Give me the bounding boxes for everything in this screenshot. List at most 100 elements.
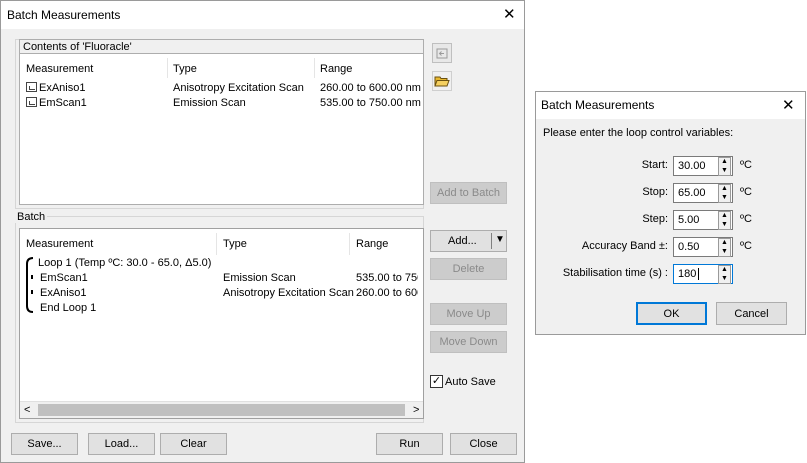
loop-control-dialog: Batch Measurements ✕ Please enter the lo… [535,91,806,335]
spin-down-icon[interactable]: ▼ [719,221,730,229]
measurement-cell: ExAniso1 [40,287,87,299]
list-item[interactable]: EmScan1 Emission Scan 535.00 to 750.00 n… [26,96,421,111]
spin-buttons[interactable]: ▲ ▼ [718,157,731,176]
range-cell: 535.00 to 750.0 [356,272,418,284]
batch-group-label: Batch [15,211,48,223]
scroll-thumb[interactable] [38,404,405,416]
file-icon [26,97,37,108]
spin-up-icon[interactable]: ▲ [719,239,730,247]
spin-buttons[interactable]: ▲ ▼ [718,211,731,230]
load-button[interactable]: Load... [88,433,155,455]
contents-header-type[interactable]: Type [173,63,197,75]
measurement-cell: ExAniso1 [26,81,85,96]
spin-buttons[interactable]: ▲ ▼ [718,184,731,203]
stop-unit: ºC [740,186,752,198]
range-cell: 260.00 to 600.0 [356,287,418,299]
step-unit: ºC [740,213,752,225]
add-to-batch-button[interactable]: Add to Batch [430,182,507,204]
back-button[interactable] [432,43,452,63]
accuracy-band-spinbox[interactable]: 0.50 ▲ ▼ [673,237,733,257]
spin-up-icon[interactable]: ▲ [719,266,730,274]
spin-buttons[interactable]: ▲ ▼ [718,238,731,257]
column-divider [314,58,315,78]
column-divider [216,233,217,255]
window-title: Batch Measurements [7,8,121,22]
auto-save-label: Auto Save [445,376,496,388]
accuracy-band-value: 0.50 [678,241,700,253]
save-button[interactable]: Save... [11,433,78,455]
list-item[interactable]: Loop 1 (Temp ºC: 30.0 - 65.0, Δ5.0) [38,256,418,271]
dropdown-arrow-icon[interactable]: ▼ [495,234,505,245]
measurement-cell: Loop 1 (Temp ºC: 30.0 - 65.0, Δ5.0) [38,257,212,269]
move-down-button[interactable]: Move Down [430,331,507,353]
back-arrow-icon [436,48,448,58]
auto-save-checkbox[interactable]: ✓ [430,375,443,388]
spin-buttons[interactable]: ▲ ▼ [718,265,731,284]
scroll-right-icon[interactable]: > [413,404,419,416]
spin-down-icon[interactable]: ▼ [719,167,730,175]
batch-header-measurement[interactable]: Measurement [26,238,93,250]
stabilisation-time-label: Stabilisation time (s) : [562,267,668,279]
batch-measurements-dialog: Batch Measurements ✕ Contents of 'Fluora… [0,0,525,463]
batch-list[interactable]: Measurement Type Range Loop 1 (Temp ºC: … [19,228,424,419]
split-divider [491,233,492,249]
column-divider [349,233,350,255]
window-close-icon[interactable]: ✕ [782,98,795,113]
run-button[interactable]: Run [376,433,443,455]
accuracy-band-label: Accuracy Band ±: [581,240,668,252]
contents-header-range[interactable]: Range [320,63,352,75]
column-divider [167,58,168,78]
step-spinbox[interactable]: 5.00 ▲ ▼ [673,210,733,230]
window-title: Batch Measurements [541,98,655,112]
contents-group-header: Contents of 'Fluoracle' [20,40,423,54]
add-button[interactable]: Add... ▼ [430,230,507,252]
contents-group-label: Contents of 'Fluoracle' [23,41,132,53]
spin-up-icon[interactable]: ▲ [719,185,730,193]
window-close-icon[interactable]: ✕ [503,7,516,22]
text-cursor [698,268,699,280]
add-button-label: Add... [448,235,477,247]
title-bar: Batch Measurements ✕ [536,92,805,119]
open-folder-button[interactable] [432,71,452,91]
spin-down-icon[interactable]: ▼ [719,248,730,256]
batch-header-type[interactable]: Type [223,238,247,250]
step-label: Step: [642,213,668,225]
start-spinbox[interactable]: 30.00 ▲ ▼ [673,156,733,176]
type-cell: Emission Scan [173,97,246,109]
close-button[interactable]: Close [450,433,517,455]
ok-button[interactable]: OK [636,302,707,325]
stabilisation-time-value: 180 [678,268,697,280]
horizontal-scrollbar[interactable]: < > [20,401,423,418]
start-value: 30.00 [678,160,706,172]
contents-header-measurement[interactable]: Measurement [26,63,93,75]
measurement-cell: EmScan1 [40,272,88,284]
batch-header-range[interactable]: Range [356,238,388,250]
loop-prompt: Please enter the loop control variables: [543,127,734,139]
loop-bracket-icon [26,257,34,313]
start-unit: ºC [740,159,752,171]
step-value: 5.00 [678,214,700,226]
file-icon [26,82,37,93]
clear-button[interactable]: Clear [160,433,227,455]
list-item[interactable]: ExAniso1 Anisotropy Excitation Scan 260.… [38,286,418,301]
move-up-button[interactable]: Move Up [430,303,507,325]
type-cell: Emission Scan [223,272,296,284]
range-cell: 260.00 to 600.00 nm [320,82,421,94]
scroll-left-icon[interactable]: < [24,404,30,416]
list-item[interactable]: End Loop 1 [38,301,418,316]
spin-up-icon[interactable]: ▲ [719,158,730,166]
open-folder-icon [434,76,450,86]
cancel-button[interactable]: Cancel [716,302,787,325]
stabilisation-time-spinbox[interactable]: 180 ▲ ▼ [673,264,733,284]
list-item[interactable]: EmScan1 Emission Scan 535.00 to 750.0 [38,271,418,286]
type-cell: Anisotropy Excitation Scan [223,287,354,299]
contents-list[interactable]: Contents of 'Fluoracle' Measurement Type… [19,39,424,205]
spin-up-icon[interactable]: ▲ [719,212,730,220]
spin-down-icon[interactable]: ▼ [719,194,730,202]
stop-spinbox[interactable]: 65.00 ▲ ▼ [673,183,733,203]
delete-button[interactable]: Delete [430,258,507,280]
spin-down-icon[interactable]: ▼ [719,275,730,283]
measurement-cell: EmScan1 [26,96,87,111]
start-label: Start: [641,159,668,171]
list-item[interactable]: ExAniso1 Anisotropy Excitation Scan 260.… [26,81,421,96]
